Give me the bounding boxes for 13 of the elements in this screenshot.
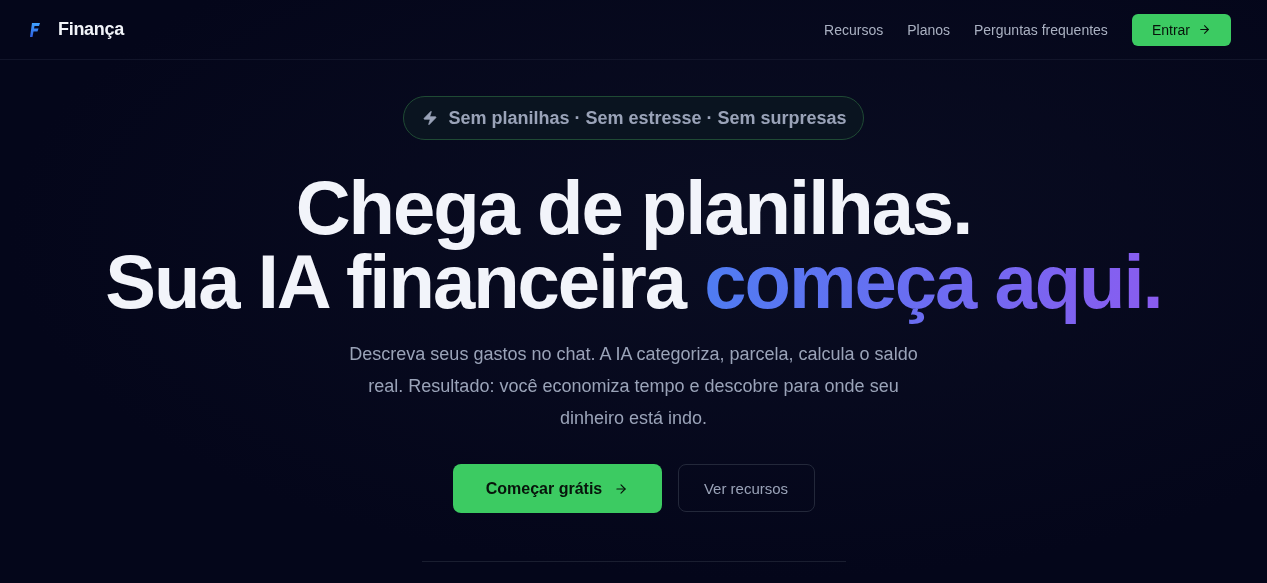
arrow-right-icon xyxy=(1198,23,1211,36)
features-button[interactable]: Ver recursos xyxy=(677,464,815,512)
nav-link[interactable]: Perguntas frequentes xyxy=(974,21,1108,38)
lightning-icon xyxy=(422,110,439,126)
nav-link[interactable]: Planos xyxy=(907,21,950,38)
login-button[interactable]: Entrar xyxy=(1131,13,1231,46)
hero-description: Descreva seus gastos no chat. A IA categoriza, parcela, calcula o saldo real. Resultado: você economiza tempo e descobre para onde seu dinheiro está indo. xyxy=(348,343,919,430)
badge-text: Sem planilhas · Sem estresse · Sem surpresas xyxy=(448,107,847,129)
logo-icon xyxy=(30,22,40,37)
start-free-button[interactable]: Começar grátis xyxy=(452,464,662,513)
nav-link[interactable]: Recursos xyxy=(824,21,884,38)
brand-name: Finança xyxy=(58,19,124,40)
arrow-right-icon xyxy=(614,481,629,496)
